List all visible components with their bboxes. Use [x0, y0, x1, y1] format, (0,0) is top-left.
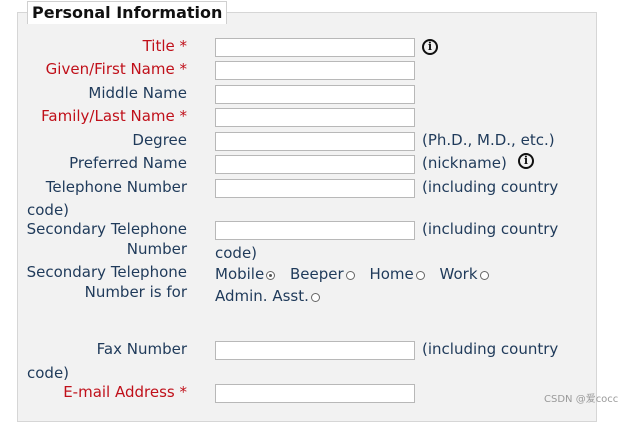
- secondary-phone-input[interactable]: [215, 221, 415, 240]
- middle-name-label: Middle Name: [88, 84, 187, 102]
- radio-button-icon[interactable]: [479, 271, 489, 280]
- section-legend: Personal Information: [27, 1, 228, 24]
- preferred-name-label: Preferred Name: [69, 154, 187, 172]
- middle-name-input[interactable]: [215, 85, 415, 104]
- preferred-name-hint: (nickname): [422, 154, 507, 172]
- telephone-hint-continued: code): [27, 201, 70, 219]
- telephone-hint: (including country: [422, 178, 559, 196]
- info-circle-icon[interactable]: i: [518, 153, 534, 169]
- radio-home[interactable]: Home: [369, 263, 425, 285]
- family-name-label: Family/Last Name *: [41, 107, 187, 125]
- radio-admin-asst[interactable]: Admin. Asst.: [215, 285, 320, 307]
- radio-beeper[interactable]: Beeper: [290, 263, 355, 285]
- fax-input[interactable]: [215, 341, 415, 360]
- email-input[interactable]: [215, 384, 415, 403]
- family-name-input[interactable]: [215, 108, 415, 127]
- secondary-phone-label: Secondary Telephone Number: [26, 220, 187, 258]
- telephone-label: Telephone Number: [45, 178, 187, 196]
- radio-home-label: Home: [369, 265, 414, 283]
- preferred-name-input[interactable]: [215, 155, 415, 174]
- given-name-input[interactable]: [215, 61, 415, 80]
- radio-work[interactable]: Work: [440, 263, 489, 285]
- fax-hint: (including country: [422, 340, 559, 358]
- info-circle-icon[interactable]: i: [422, 39, 438, 55]
- radio-work-label: Work: [439, 265, 478, 283]
- radio-beeper-label: Beeper: [290, 265, 344, 283]
- degree-label: Degree: [132, 131, 187, 149]
- email-label: E-mail Address *: [63, 383, 187, 401]
- radio-button-icon[interactable]: [415, 271, 425, 280]
- radio-button-icon[interactable]: [345, 271, 355, 280]
- title-label: Title *: [142, 37, 187, 55]
- degree-hint: (Ph.D., M.D., etc.): [422, 131, 555, 149]
- degree-input[interactable]: [215, 132, 415, 151]
- watermark: CSDN @爱cocc: [544, 394, 619, 405]
- secondary-phone-hint-continued: code): [215, 244, 258, 262]
- fax-label: Fax Number: [96, 340, 187, 358]
- secondary-phone-type-label: Secondary Telephone Number is for: [26, 263, 187, 301]
- given-name-label: Given/First Name *: [45, 60, 187, 78]
- fax-hint-continued: code): [27, 364, 70, 382]
- radio-button-icon[interactable]: [266, 271, 276, 280]
- telephone-input[interactable]: [215, 179, 415, 198]
- radio-mobile[interactable]: Mobile: [215, 263, 276, 285]
- radio-button-icon[interactable]: [310, 293, 320, 302]
- secondary-phone-type-group: Mobile Beeper Home Work Admin. Asst.: [215, 263, 587, 307]
- secondary-phone-hint: (including country: [422, 220, 559, 238]
- radio-admin-asst-label: Admin. Asst.: [215, 287, 309, 305]
- title-input[interactable]: [215, 38, 415, 57]
- radio-mobile-label: Mobile: [215, 265, 265, 283]
